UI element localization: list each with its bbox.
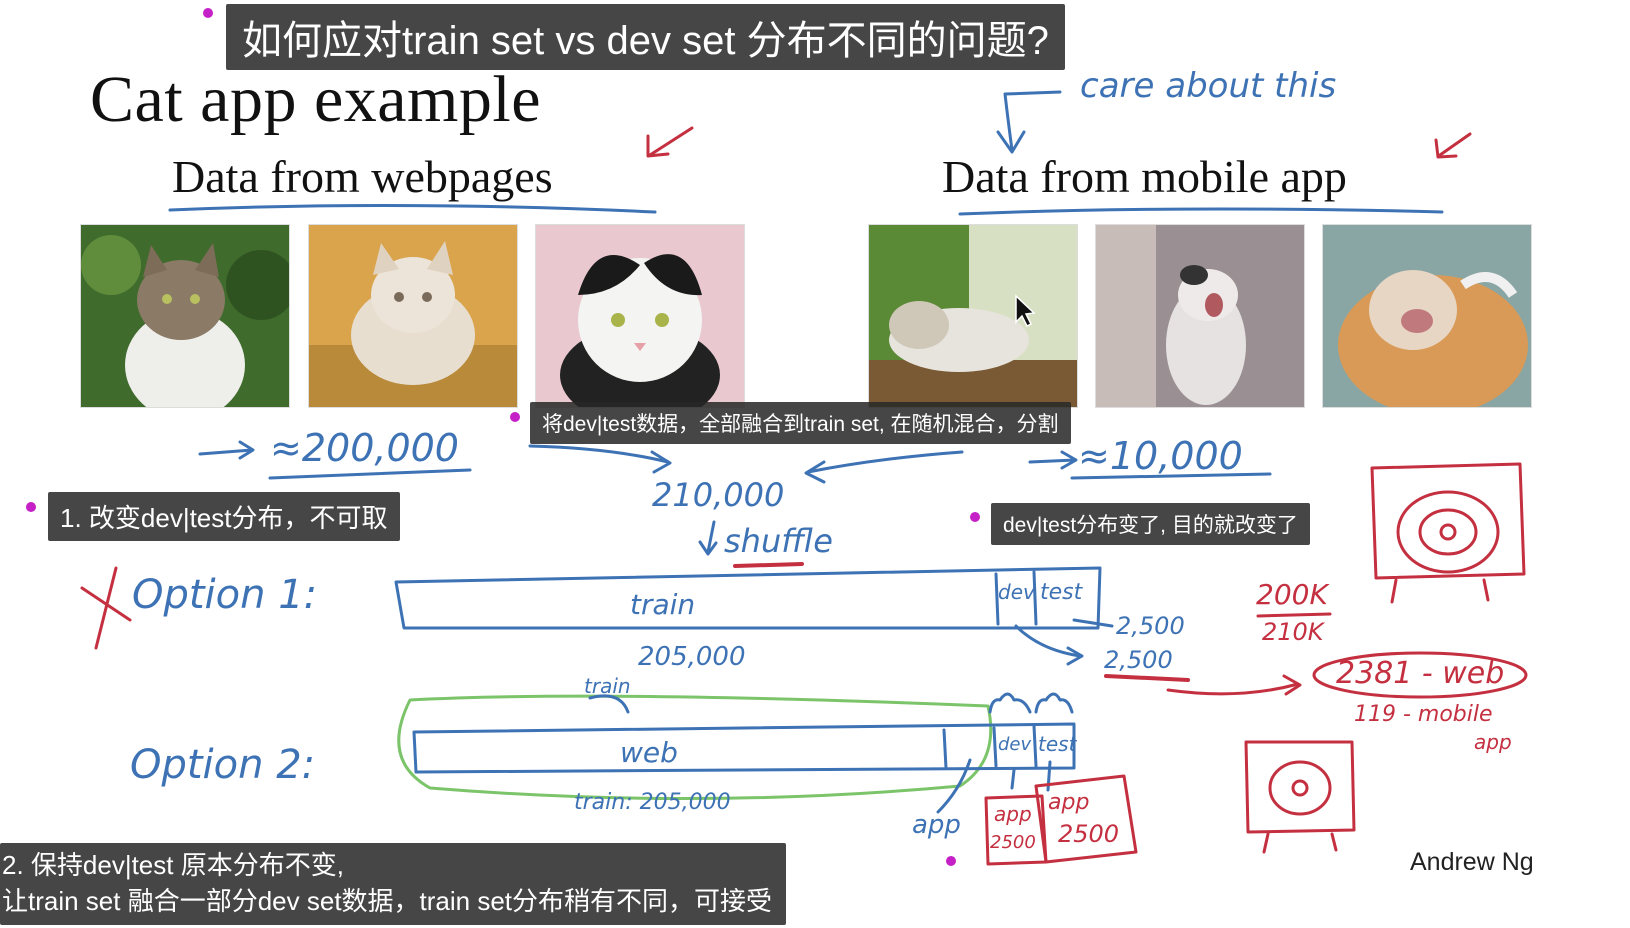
app-box1-label: app [994,802,1032,826]
option2-web-label: web [620,736,678,769]
slide: Cat app example Data from webpages Data … [0,0,1630,928]
ratio-top: 200K [1256,578,1328,611]
shuffle-note: shuffle [724,522,833,560]
option1-label: Option 1: [132,572,318,618]
caption-dot [510,412,520,422]
cat-photo [869,225,1077,407]
caption-option2-line2: 让train set 融合一部分dev set数据，train set分布稍有不… [2,886,773,916]
app-word: app [1474,730,1512,754]
cat-photo [309,225,517,407]
option1-test-label: test [1040,580,1083,605]
web-2381: 2381 - web [1336,656,1505,691]
app-label: app [912,810,961,840]
ink-annotations [80,90,1528,866]
option2-train-top: train [584,674,631,698]
caption-dot [26,502,36,512]
mobile-count: ≈10,000 [1078,434,1243,478]
count-205000: 205,000 [638,642,746,672]
option1-dev-label: dev [998,580,1035,604]
slide-title: Cat app example [90,63,542,136]
caption-dot [970,512,980,522]
cat-photo [81,225,289,407]
caption-option1: 1. 改变dev|test分布，不可取 [48,492,400,541]
option2-dev-label: dev [998,734,1032,755]
app-box2-label: app [1048,790,1090,815]
web-cat-photo-1 [80,224,290,408]
mobile-119: 119 - mobile [1354,702,1493,727]
web-heading: Data from webpages [172,151,553,202]
caption-dot [946,856,956,866]
ratio-bottom: 210K [1262,618,1324,646]
count-2500-b: 2,500 [1104,646,1173,674]
cat-photo [1323,225,1531,407]
web-cat-photo-3 [535,224,745,408]
train-205000: train: 205,000 [574,790,731,815]
mobile-heading: Data from mobile app [942,151,1347,202]
option1-train-label: train [630,588,696,621]
option2-test-label: test [1038,732,1077,756]
app-box1-count: 2500 [990,832,1036,853]
caption-option2-line1: 2. 保持dev|test 原本分布不变, [2,850,344,880]
mobile-cat-photo-3 [1322,224,1532,408]
cat-photo [536,225,744,407]
mobile-cat-photo-2 [1095,224,1305,408]
option2-label: Option 2: [130,742,316,788]
caption-mix: 将dev|test数据，全部融合到train set, 在随机混合，分割 [530,402,1071,444]
caption-dist-changed: dev|test分布变了, 目的就改变了 [991,503,1310,545]
caption-option2: 2. 保持dev|test 原本分布不变, 让train set 融合一部分de… [0,843,787,925]
author-name: Andrew Ng [1410,848,1534,876]
web-cat-photo-2 [308,224,518,408]
total-count: 210,000 [652,476,785,514]
web-count: ≈200,000 [270,426,459,470]
app-box2-count: 2500 [1058,820,1120,848]
count-2500-a: 2,500 [1116,612,1185,640]
mobile-cat-photo-1 [868,224,1078,408]
caption-title: 如何应对train set vs dev set 分布不同的问题? [226,4,1065,70]
care-about-note: care about this [1080,66,1337,106]
caption-dot [203,8,213,18]
cat-photo [1096,225,1304,407]
